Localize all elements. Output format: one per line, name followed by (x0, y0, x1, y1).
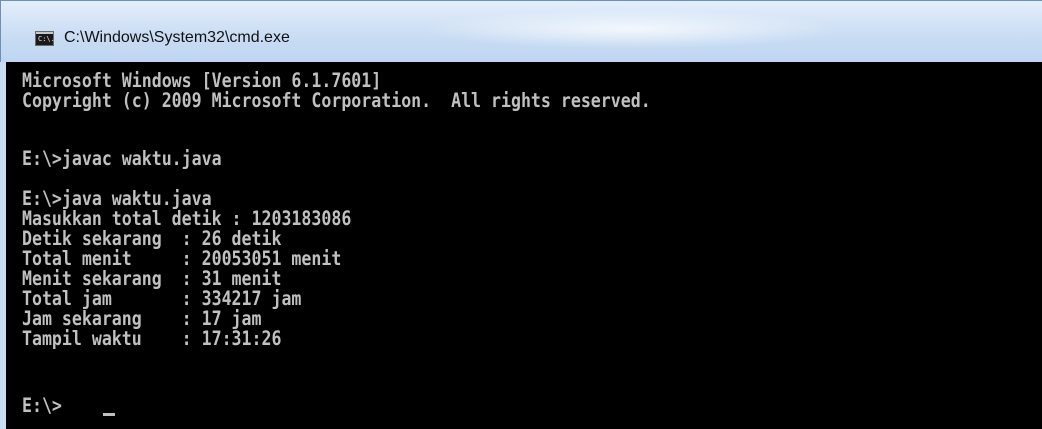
console-line: E:\>javac waktu.java (22, 147, 222, 170)
cmd-icon[interactable]: C:\. (35, 31, 55, 46)
console-line: Total menit : 20053051 menit (22, 247, 342, 270)
text-cursor (103, 413, 115, 416)
console-line: E:\>java waktu.java (22, 187, 212, 210)
console-line: Jam sekarang : 17 jam (22, 307, 262, 330)
console-line: Copyright (c) 2009 Microsoft Corporation… (22, 89, 651, 112)
cmd-icon-label: C:\. (38, 35, 55, 43)
cmd-window: C:\. C:\Windows\System32\cmd.exe Microso… (0, 0, 1042, 429)
console-area[interactable]: Microsoft Windows [Version 6.1.7601] Cop… (0, 62, 1042, 429)
window-title: C:\Windows\System32\cmd.exe (64, 29, 290, 46)
title-bar-glow (421, 9, 841, 49)
title-bar[interactable]: C:\. C:\Windows\System32\cmd.exe (0, 0, 1042, 62)
console-prompt: E:\> (22, 394, 62, 417)
console-line: Detik sekarang : 26 detik (22, 227, 282, 250)
console-line: Menit sekarang : 31 menit (22, 267, 282, 290)
console-line: Microsoft Windows [Version 6.1.7601] (22, 69, 382, 92)
console-line: Tampil waktu : 17:31:26 (22, 327, 282, 350)
console-line: Masukkan total detik : 1203183086 (22, 207, 352, 230)
console-line: Total jam : 334217 jam (22, 287, 302, 310)
